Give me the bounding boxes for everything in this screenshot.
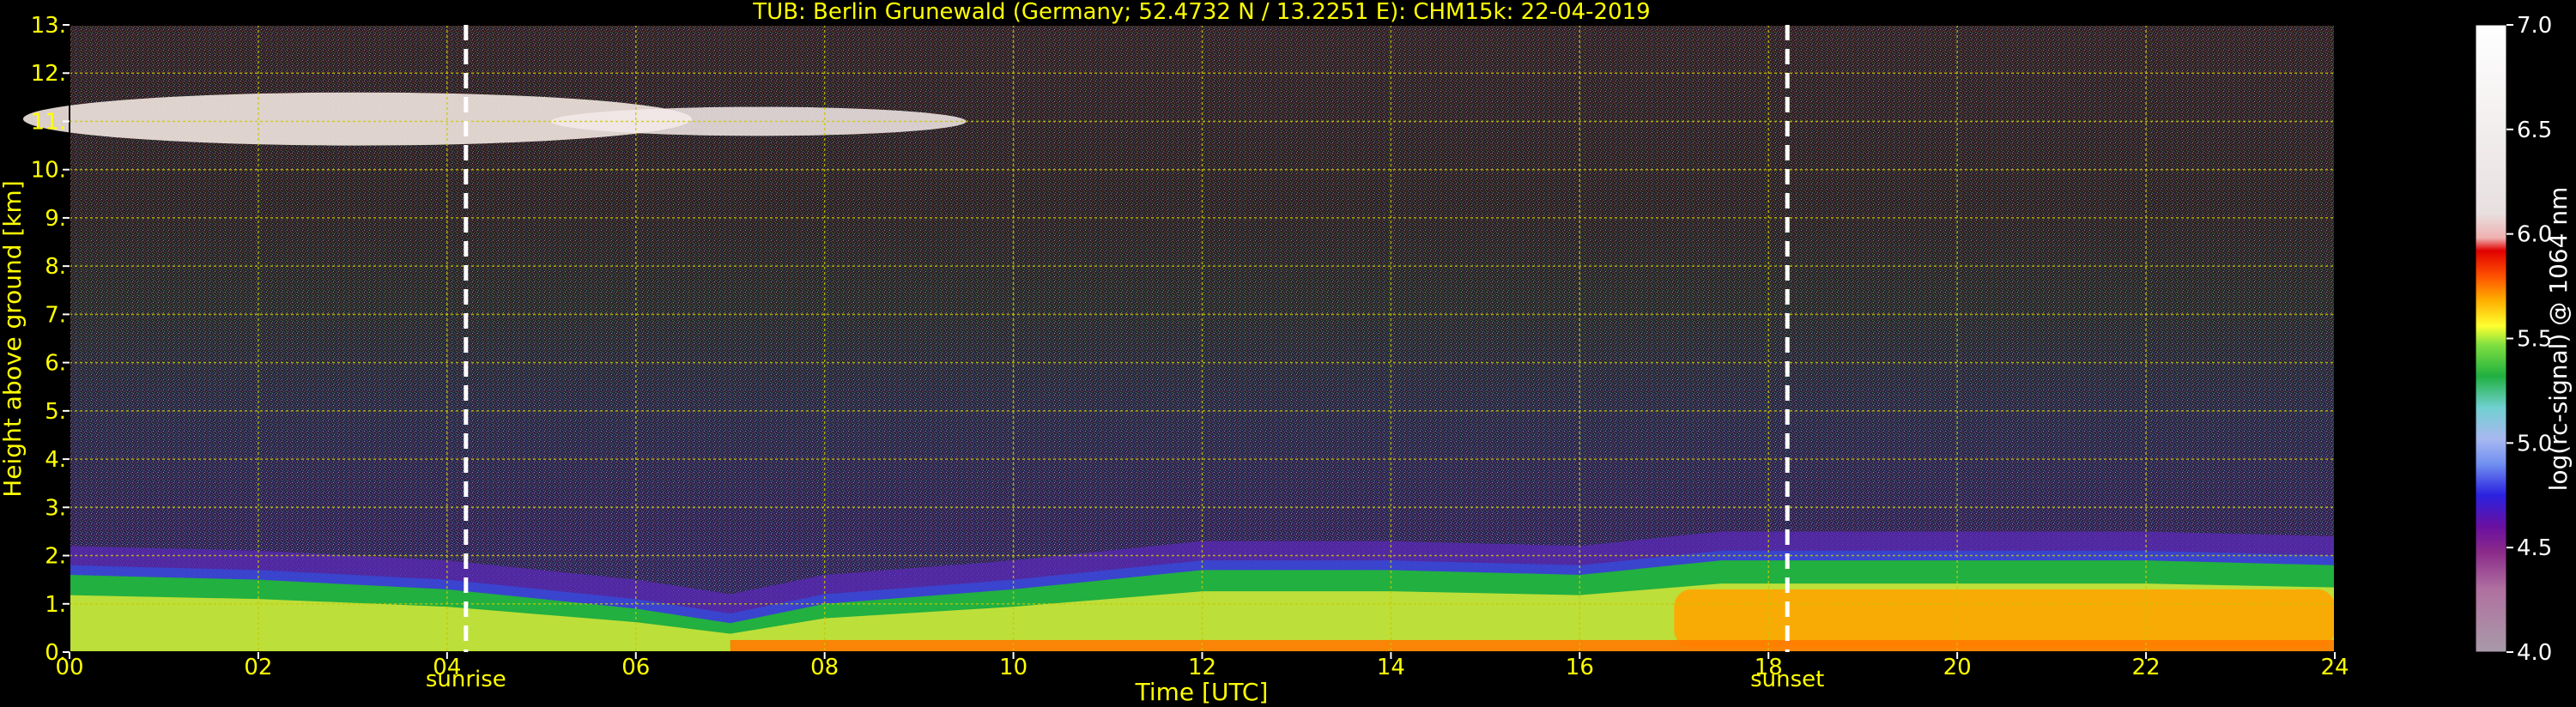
y-tick-label: 5.: [45, 399, 66, 425]
x-tick-label: 18: [1755, 655, 1783, 680]
y-tick-label: 12.: [31, 61, 66, 87]
y-tick-label: 10.: [31, 158, 66, 184]
chart-title: TUB: Berlin Grunewald (Germany; 52.4732 …: [752, 0, 1650, 25]
x-tick-label: 22: [2132, 655, 2161, 680]
y-tick-label: 2.: [45, 544, 66, 570]
surface-layer: [730, 639, 2336, 652]
y-tick-label: 9.: [45, 206, 66, 232]
colorbar: 4.04.55.05.56.06.57.0 log(rc-signal) @ 1…: [2475, 13, 2573, 666]
x-axis: 00 02 04 06 08 10 12 14 16 18 20 22 24: [55, 652, 2349, 680]
colorbar-label: log(rc-signal) @ 1064 nm: [2544, 187, 2573, 492]
x-tick-label: 10: [999, 655, 1027, 680]
y-axis-label: Height above ground [km]: [0, 180, 27, 498]
y-tick-label: 4.: [45, 447, 66, 473]
colorbar-tick-label: 7.0: [2517, 13, 2552, 39]
y-tick-label: 13.: [31, 13, 66, 39]
colorbar-tick-label: 4.0: [2517, 640, 2552, 666]
x-tick-label: 04: [433, 655, 461, 680]
x-tick-label: 24: [2320, 655, 2349, 680]
colorbar-tick-label: 6.5: [2517, 118, 2552, 143]
x-tick-label: 16: [1566, 655, 1594, 680]
x-tick-label: 14: [1377, 655, 1405, 680]
x-axis-label: Time [UTC]: [1135, 678, 1269, 706]
y-tick-label: 1.: [45, 592, 66, 618]
x-tick-label: 12: [1188, 655, 1216, 680]
y-tick-label: 6.: [45, 351, 66, 377]
y-tick-label: 0.: [45, 640, 66, 666]
y-tick-label: 3.: [45, 495, 66, 521]
evening-aerosol-layer: [1674, 589, 2335, 648]
x-tick-label: 06: [621, 655, 650, 680]
y-tick-label: 8.: [45, 254, 66, 280]
x-tick-label: 02: [244, 655, 272, 680]
y-axis: 0. 1. 2. 3. 4. 5. 6. 7. 8. 9. 10. 11. 12. 13.: [31, 13, 70, 666]
colorbar-gradient: [2475, 24, 2507, 653]
x-tick-label: 20: [1943, 655, 1972, 680]
colorbar-tick-label: 4.5: [2517, 535, 2552, 561]
x-tick-label: 08: [810, 655, 839, 680]
y-tick-label: 11.: [31, 109, 66, 135]
lidar-chart: sunrise sunset 00 02 04 06 08 10 12 14 16 18 20 22 24…: [0, 0, 2573, 706]
y-tick-label: 7.: [45, 302, 66, 328]
